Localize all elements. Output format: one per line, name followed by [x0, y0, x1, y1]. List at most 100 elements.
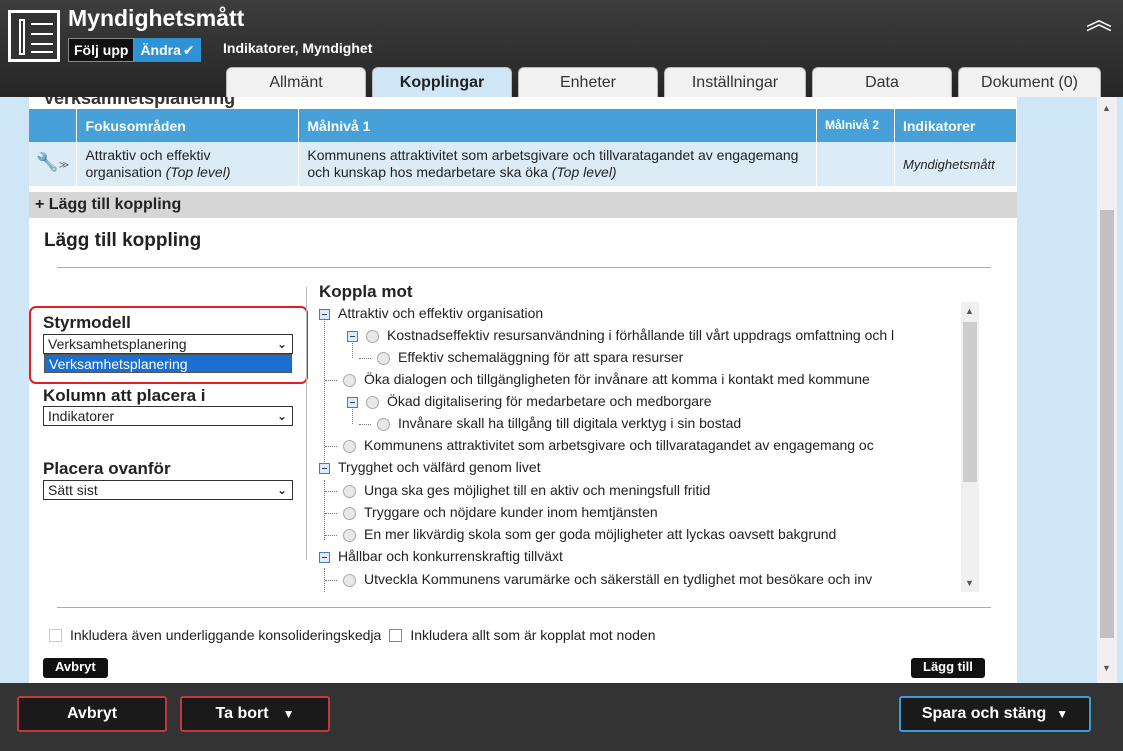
- column-header: Målnivå 2: [816, 109, 895, 142]
- radio-icon[interactable]: [343, 573, 356, 587]
- collapse-minus-icon[interactable]: [319, 462, 330, 474]
- kolumn-value: Indikatorer: [48, 408, 115, 424]
- table-cell: Kommunens attraktivitet som arbetsgivare…: [298, 142, 817, 186]
- footer-bar: Avbryt Ta bort ▼ Spara och stäng ▼: [0, 683, 1123, 751]
- edit-mode-label: Ändra: [140, 42, 181, 58]
- radio-icon[interactable]: [343, 439, 356, 453]
- check-icon: ✔: [182, 42, 195, 58]
- radio-icon[interactable]: [343, 528, 356, 542]
- styrmodell-option[interactable]: Verksamhetsplanering: [44, 354, 292, 373]
- styrmodell-select[interactable]: Verksamhetsplanering ⌄: [43, 334, 293, 354]
- divider: [306, 287, 307, 560]
- tree-node[interactable]: Attraktiv och effektiv organisation: [319, 302, 543, 324]
- radio-icon[interactable]: [343, 484, 356, 498]
- top-level-tag: (Top level): [551, 164, 617, 180]
- collapse-minus-icon[interactable]: [319, 551, 330, 563]
- wrench-icon[interactable]: 🔧: [36, 152, 58, 172]
- tree-node-label: Invånare skall ha tillgång till digitala…: [398, 415, 742, 431]
- dialog-title: Lägg till koppling: [44, 230, 202, 251]
- caret-down-icon[interactable]: ▼: [283, 698, 295, 730]
- include-all-checkbox[interactable]: [389, 628, 403, 642]
- dialog-add-button[interactable]: Lägg till: [911, 658, 985, 678]
- tree-node-label: Utveckla Kommunens varumärke och säkerst…: [364, 571, 873, 587]
- placera-label: Placera ovanför: [43, 459, 171, 478]
- save-close-button[interactable]: Spara och stäng ▼: [899, 696, 1091, 732]
- tree-node[interactable]: Utveckla Kommunens varumärke och säkerst…: [325, 568, 872, 590]
- collapse-minus-icon[interactable]: [347, 330, 358, 342]
- add-link-bar[interactable]: + Lägg till koppling: [29, 192, 1017, 218]
- tree-node-label: Ökad digitalisering för medarbetare och …: [387, 393, 712, 409]
- scroll-down-icon[interactable]: ▼: [965, 578, 974, 588]
- collapse-minus-icon[interactable]: [319, 308, 330, 320]
- radio-icon[interactable]: [377, 351, 390, 365]
- table-cell: [816, 142, 895, 186]
- tree-node[interactable]: Kostnadseffektiv resursanvändning i förh…: [347, 324, 894, 346]
- collapse-minus-icon[interactable]: [347, 396, 358, 408]
- chevron-down-icon: ⌄: [276, 337, 287, 351]
- tab-dokument[interactable]: Dokument (0): [958, 67, 1101, 97]
- tree-node[interactable]: En mer likvärdig skola som ger goda möjl…: [325, 523, 836, 545]
- tree-node[interactable]: Öka dialogen och tillgängligheten för in…: [325, 368, 870, 390]
- radio-icon[interactable]: [366, 395, 379, 409]
- include-chain-label: Inkludera även underliggande konsolideri…: [70, 627, 382, 643]
- radio-icon[interactable]: [343, 373, 356, 387]
- chevron-down-icon: ⌄: [276, 483, 287, 497]
- kolumn-label: Kolumn att placera i: [43, 386, 206, 405]
- styrmodell-value: Verksamhetsplanering: [48, 336, 187, 352]
- tree-node[interactable]: Unga ska ges möjlighet till en aktiv och…: [325, 479, 710, 501]
- tab-enheter[interactable]: Enheter: [518, 67, 658, 97]
- include-chain-checkbox[interactable]: [49, 628, 62, 642]
- radio-icon[interactable]: [366, 329, 379, 343]
- section-title: Verksamhetsplanering: [43, 97, 236, 108]
- radio-icon[interactable]: [343, 506, 356, 520]
- row-tools: 🔧≫: [29, 142, 78, 186]
- kolumn-select[interactable]: Indikatorer ⌄: [43, 406, 293, 426]
- tree-node[interactable]: Trygghet och välfärd genom livet: [319, 456, 541, 478]
- table-cell: Myndighetsmått: [894, 142, 1017, 186]
- tab-bar: Allmänt Kopplingar Enheter Inställningar…: [226, 67, 1107, 97]
- scroll-up-icon[interactable]: ▲: [1102, 103, 1111, 113]
- tab-installningar[interactable]: Inställningar: [664, 67, 806, 97]
- tab-allmant[interactable]: Allmänt: [226, 67, 366, 97]
- tree-node[interactable]: Tryggare och nöjdare kunder inom hemtjän…: [325, 501, 658, 523]
- tree-node[interactable]: Effektiv schemaläggning för att spara re…: [359, 346, 683, 368]
- column-header: Indikatorer: [894, 109, 1017, 142]
- tab-data[interactable]: Data: [812, 67, 952, 97]
- tree-node[interactable]: Ökad digitalisering för medarbetare och …: [347, 390, 712, 412]
- tree-node-label: En mer likvärdig skola som ger goda möjl…: [364, 526, 837, 542]
- tree-node-label: Kommunens attraktivitet som arbetsgivare…: [364, 437, 874, 453]
- tree-node[interactable]: Kommunens attraktivitet som arbetsgivare…: [325, 434, 874, 456]
- page-title: Myndighetsmått: [68, 5, 245, 31]
- tree-scrollbar[interactable]: ▲ ▼: [961, 302, 979, 592]
- delete-button[interactable]: Ta bort ▼: [180, 696, 330, 732]
- tree-node[interactable]: Invånare skall ha tillgång till digitala…: [359, 412, 741, 434]
- tools-column-header: [29, 109, 78, 142]
- cancel-button[interactable]: Avbryt: [17, 696, 167, 732]
- tab-kopplingar[interactable]: Kopplingar: [372, 67, 512, 97]
- scroll-up-icon[interactable]: ▲: [965, 306, 974, 316]
- save-close-label: Spara och stäng: [921, 705, 1047, 722]
- tree-node[interactable]: Hållbar och konkurrenskraftig tillväxt: [319, 545, 563, 567]
- koppla-title: Koppla mot: [319, 282, 413, 301]
- app-header: Myndighetsmått Följ upp Ändra ✔ Indikator…: [0, 0, 1123, 97]
- radio-icon[interactable]: [377, 417, 390, 431]
- caret-down-icon[interactable]: ▼: [1056, 698, 1068, 730]
- follow-up-mode-button[interactable]: Följ upp: [68, 38, 135, 62]
- goal-tree: Attraktiv och effektiv organisation Kost…: [319, 302, 939, 592]
- edit-mode-button[interactable]: Ändra ✔: [134, 38, 201, 62]
- scroll-down-icon[interactable]: ▼: [1102, 663, 1111, 673]
- placera-select[interactable]: Sätt sist ⌄: [43, 480, 293, 500]
- mode-toggle: Följ upp Ändra ✔: [68, 38, 201, 62]
- page-scroll-thumb[interactable]: [1100, 210, 1114, 638]
- dialog-cancel-button[interactable]: Avbryt: [43, 658, 108, 678]
- table-row: 🔧≫ Attraktiv och effektiv organisation (…: [29, 142, 1017, 186]
- tree-scroll-thumb[interactable]: [963, 322, 977, 482]
- collapse-up-icon[interactable]: ︽: [1086, 6, 1112, 34]
- column-header: Målnivå 1: [298, 109, 817, 142]
- double-chevron-down-icon[interactable]: ≫: [59, 160, 69, 171]
- app-logo-icon: [8, 10, 60, 62]
- tree-node-label: Trygghet och välfärd genom livet: [338, 459, 541, 475]
- tree-node-label: Effektiv schemaläggning för att spara re…: [398, 349, 684, 365]
- table-cell: Attraktiv och effektiv organisation (Top…: [76, 142, 300, 186]
- page-scrollbar[interactable]: ▲ ▼: [1097, 97, 1117, 683]
